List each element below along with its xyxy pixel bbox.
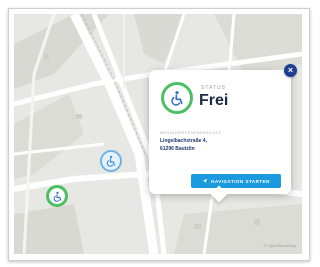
address-label: BEHINDERTENPARKPLATZ — [160, 130, 222, 135]
wheelchair-icon — [171, 91, 183, 106]
status-label: STATUS — [201, 85, 226, 91]
navigation-arrow-icon — [202, 178, 208, 184]
status-value: Frei — [199, 92, 229, 109]
wheelchair-icon — [106, 155, 116, 167]
wheelchair-icon — [53, 191, 61, 202]
start-navigation-label: NAVIGATION STARTEN — [211, 178, 270, 184]
map-attribution[interactable]: © OpenStreetMap — [264, 243, 296, 248]
start-navigation-button[interactable]: NAVIGATION STARTEN — [191, 174, 281, 188]
close-icon[interactable]: × — [284, 64, 297, 77]
parking-info-popup: × STATUS Frei BEHINDERTENPARKPLATZ Linge… — [149, 64, 297, 194]
parking-marker-free[interactable] — [46, 185, 68, 207]
address-line-1: Lingelbachstraße 4, — [160, 138, 207, 144]
parking-marker-occupied[interactable] — [100, 150, 122, 172]
address-line-2: 61296 Bautzlin — [160, 146, 195, 152]
status-icon — [161, 82, 193, 114]
